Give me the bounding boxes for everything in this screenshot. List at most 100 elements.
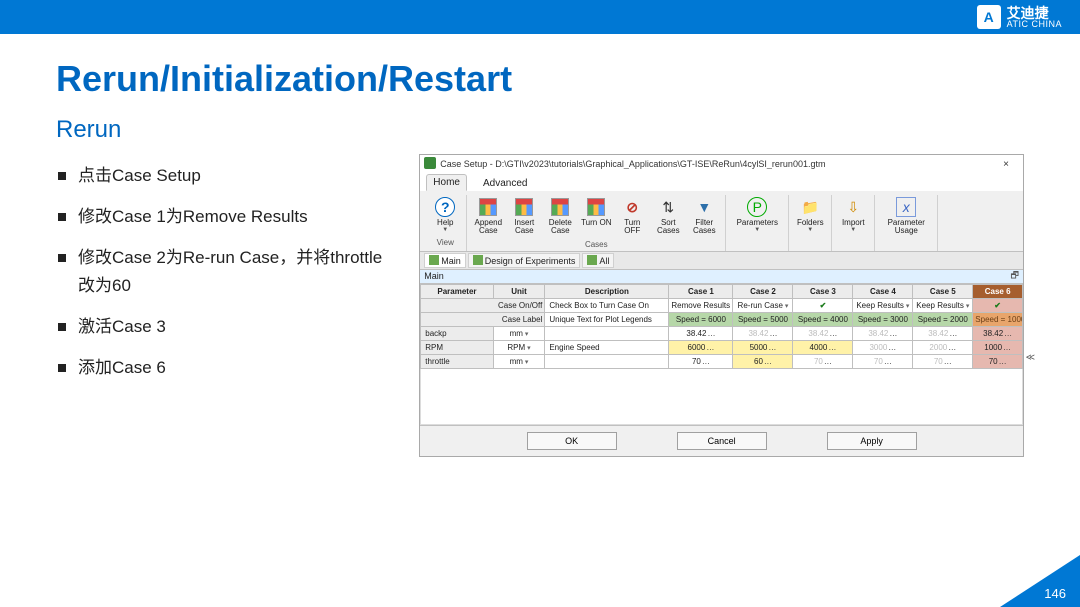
turn-on-button[interactable]: Turn ON [579, 195, 613, 238]
case3-onoff[interactable]: ✔ [793, 298, 853, 312]
delete-case-button[interactable]: Delete Case [543, 195, 577, 238]
ok-button[interactable]: OK [527, 432, 617, 450]
grid-insert-icon [514, 197, 534, 217]
grid-append-icon [478, 197, 498, 217]
case3-throttle[interactable]: 70… [793, 354, 853, 368]
case5-onoff[interactable]: Keep Results [913, 298, 973, 312]
row-unit[interactable]: RPM [493, 340, 545, 354]
row-backp: backp mm 38.42… 38.42… 38.42… 38.42… 38.… [421, 326, 1023, 340]
append-case-button[interactable]: Append Case [471, 195, 505, 238]
slide-corner-decoration [1000, 555, 1080, 607]
col-case5[interactable]: Case 5 [913, 284, 973, 298]
case1-label[interactable]: Speed = 6000 [669, 312, 733, 326]
case2-label[interactable]: Speed = 5000 [733, 312, 793, 326]
sort-label: Sort Cases [651, 219, 685, 236]
row-desc: Unique Text for Plot Legends [545, 312, 669, 326]
parameters-icon: P [747, 197, 767, 217]
filter-cases-button[interactable]: ▼ Filter Cases [687, 195, 721, 238]
case4-rpm[interactable]: 3000… [853, 340, 913, 354]
case3-label[interactable]: Speed = 4000 [793, 312, 853, 326]
page-number: 146 [1044, 586, 1066, 601]
row-unit[interactable]: mm [493, 354, 545, 368]
case4-backp[interactable]: 38.42… [853, 326, 913, 340]
case5-backp[interactable]: 38.42… [913, 326, 973, 340]
case1-throttle[interactable]: 70… [669, 354, 733, 368]
help-label: Help [437, 219, 453, 227]
help-button[interactable]: ? Help ▼ [428, 195, 462, 236]
expand-handle-icon[interactable]: ≪ [1026, 352, 1035, 363]
titlebar[interactable]: Case Setup - D:\GTI\v2023\tutorials\Grap… [420, 155, 1023, 173]
col-unit[interactable]: Unit [493, 284, 545, 298]
apply-button[interactable]: Apply [827, 432, 917, 450]
turn-off-icon: ⊘ [622, 197, 642, 217]
case4-label[interactable]: Speed = 3000 [853, 312, 913, 326]
col-case6[interactable]: Case 6 [973, 284, 1023, 298]
append-label: Append Case [471, 219, 505, 236]
case6-throttle[interactable]: 70… [973, 354, 1023, 368]
col-case1[interactable]: Case 1 [669, 284, 733, 298]
col-case2[interactable]: Case 2 [733, 284, 793, 298]
case2-onoff[interactable]: Re-run Case [733, 298, 793, 312]
case5-label[interactable]: Speed = 2000 [913, 312, 973, 326]
case3-rpm[interactable]: 4000… [793, 340, 853, 354]
row-desc[interactable]: Engine Speed [545, 340, 669, 354]
sheet-icon [473, 255, 483, 265]
case-setup-window: Case Setup - D:\GTI\v2023\tutorials\Grap… [419, 154, 1024, 457]
col-case3[interactable]: Case 3 [793, 284, 853, 298]
case1-onoff[interactable]: Remove Results [669, 298, 733, 312]
case4-throttle[interactable]: 70… [853, 354, 913, 368]
bullet-item: 点击Case Setup [56, 162, 395, 189]
case2-backp[interactable]: 38.42… [733, 326, 793, 340]
case-grid[interactable]: ≪ Parameter Unit Description Case 1 Case… [420, 284, 1023, 425]
parameters-label: Parameters [737, 219, 778, 227]
case6-rpm[interactable]: 1000… [973, 340, 1023, 354]
parameters-button[interactable]: P Parameters ▼ [730, 195, 784, 236]
case4-onoff[interactable]: Keep Results [853, 298, 913, 312]
slide-title: Rerun/Initialization/Restart [0, 34, 1080, 108]
row-desc[interactable] [545, 354, 669, 368]
case6-label[interactable]: Speed = 1000 [973, 312, 1023, 326]
close-button[interactable]: × [991, 159, 1021, 170]
case1-rpm[interactable]: 6000… [669, 340, 733, 354]
subtab-all[interactable]: All [582, 253, 614, 268]
case1-backp[interactable]: 38.42… [669, 326, 733, 340]
grid-header-row: Parameter Unit Description Case 1 Case 2… [421, 284, 1023, 298]
folder-icon: 📁 [800, 197, 820, 217]
case3-backp[interactable]: 38.42… [793, 326, 853, 340]
case5-rpm[interactable]: 2000… [913, 340, 973, 354]
sort-cases-button[interactable]: ⇅ Sort Cases [651, 195, 685, 238]
turn-off-label: Turn OFF [615, 219, 649, 236]
subtab-main[interactable]: Main [424, 253, 466, 268]
parameter-usage-label: Parameter Usage [879, 219, 933, 236]
case5-throttle[interactable]: 70… [913, 354, 973, 368]
turn-off-button[interactable]: ⊘ Turn OFF [615, 195, 649, 238]
col-parameter[interactable]: Parameter [421, 284, 493, 298]
case2-throttle[interactable]: 60… [733, 354, 793, 368]
row-desc[interactable] [545, 326, 669, 340]
turn-on-label: Turn ON [581, 219, 611, 227]
ribbon: ? Help ▼ View Append Case Insert Case [420, 191, 1023, 252]
bullet-item: 修改Case 2为Re-run Case，并将throttle改为60 [56, 244, 395, 298]
brand-cn: 艾迪捷 [1007, 6, 1062, 20]
bullet-item: 激活Case 3 [56, 313, 395, 340]
tab-advanced[interactable]: Advanced [477, 176, 533, 191]
case2-rpm[interactable]: 5000… [733, 340, 793, 354]
dock-icon[interactable]: 🗗 [1011, 268, 1023, 284]
folders-button[interactable]: 📁 Folders ▼ [793, 195, 827, 236]
case6-onoff[interactable]: ✔ [973, 298, 1023, 312]
col-case4[interactable]: Case 4 [853, 284, 913, 298]
case6-backp[interactable]: 38.42… [973, 326, 1023, 340]
tab-home[interactable]: Home [426, 174, 467, 191]
subtab-doe[interactable]: Design of Experiments [468, 253, 581, 268]
panel-header: Main 🗗 [420, 270, 1023, 284]
row-unit[interactable]: mm [493, 326, 545, 340]
row-case-label: Case Label Unique Text for Plot Legends … [421, 312, 1023, 326]
parameter-usage-button[interactable]: x Parameter Usage [879, 195, 933, 238]
row-desc: Check Box to Turn Case On [545, 298, 669, 312]
subtab-bar: Main Design of Experiments All [420, 252, 1023, 270]
grid-empty-area[interactable] [420, 369, 1023, 425]
col-description[interactable]: Description [545, 284, 669, 298]
cancel-button[interactable]: Cancel [677, 432, 767, 450]
import-button[interactable]: ⇩ Import ▼ [836, 195, 870, 236]
insert-case-button[interactable]: Insert Case [507, 195, 541, 238]
